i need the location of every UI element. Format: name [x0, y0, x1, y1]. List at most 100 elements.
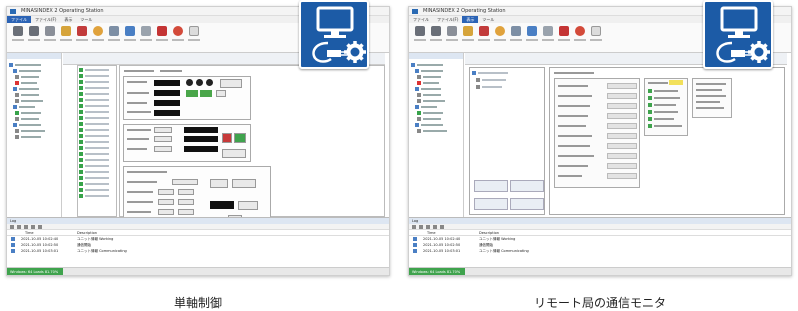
- ribbon-button[interactable]: [573, 26, 587, 46]
- tree-item[interactable]: [9, 80, 59, 85]
- list-item[interactable]: [79, 181, 115, 186]
- filter-icon[interactable]: [412, 224, 416, 229]
- list-item[interactable]: [79, 115, 115, 120]
- action-button[interactable]: [232, 179, 256, 188]
- ribbon-button[interactable]: [91, 26, 105, 46]
- ribbon-button[interactable]: [187, 26, 201, 46]
- log-row[interactable]: 2021-10-05 10:03:01 ユニット情報 Communicating: [409, 248, 791, 254]
- list-item[interactable]: [79, 157, 115, 162]
- input-field[interactable]: [154, 146, 172, 152]
- list-item[interactable]: [79, 79, 115, 84]
- ribbon-button[interactable]: [477, 26, 491, 46]
- input-field[interactable]: [154, 136, 172, 142]
- tree-item[interactable]: [411, 92, 461, 97]
- input-field[interactable]: [158, 199, 174, 205]
- list-item[interactable]: [79, 109, 115, 114]
- filter-icon[interactable]: [17, 224, 21, 229]
- tree-item[interactable]: [411, 110, 461, 115]
- input-field[interactable]: [178, 189, 194, 195]
- ribbon-button[interactable]: [525, 26, 539, 46]
- tree-item[interactable]: [9, 86, 59, 91]
- action-button[interactable]: [220, 79, 242, 88]
- ribbon-button[interactable]: [541, 26, 555, 46]
- ribbon-button[interactable]: [589, 26, 603, 46]
- menu-tools[interactable]: ツール: [76, 16, 96, 23]
- list-item[interactable]: [79, 97, 115, 102]
- tree-item[interactable]: [411, 74, 461, 79]
- ribbon-button[interactable]: [27, 26, 41, 46]
- action-button[interactable]: [510, 198, 544, 210]
- list-item[interactable]: [79, 73, 115, 78]
- ribbon-button[interactable]: [59, 26, 73, 46]
- ribbon-button[interactable]: [413, 26, 427, 46]
- tree-item[interactable]: [411, 116, 461, 121]
- clear-icon[interactable]: [440, 224, 444, 229]
- stop-button[interactable]: [222, 133, 232, 143]
- tree-item[interactable]: [9, 74, 59, 79]
- clear-icon[interactable]: [38, 224, 42, 229]
- ribbon-button[interactable]: [139, 26, 153, 46]
- filter-icon[interactable]: [31, 224, 35, 229]
- tree-item[interactable]: [411, 104, 461, 109]
- tree-item[interactable]: [411, 80, 461, 85]
- list-item[interactable]: [476, 84, 542, 89]
- tree-item[interactable]: [9, 68, 59, 73]
- ribbon-button[interactable]: [43, 26, 57, 46]
- list-item[interactable]: [79, 187, 115, 192]
- tree-item[interactable]: [9, 92, 59, 97]
- list-item[interactable]: [476, 77, 542, 82]
- list-item[interactable]: [79, 175, 115, 180]
- action-button[interactable]: [216, 90, 226, 97]
- tree-item[interactable]: [9, 122, 59, 127]
- tree-item[interactable]: [411, 98, 461, 103]
- ribbon-button[interactable]: [557, 26, 571, 46]
- list-item[interactable]: [79, 193, 115, 198]
- list-item[interactable]: [79, 127, 115, 132]
- list-item[interactable]: [79, 169, 115, 174]
- ribbon-button[interactable]: [123, 26, 137, 46]
- ribbon-button[interactable]: [11, 26, 25, 46]
- ribbon-button[interactable]: [429, 26, 443, 46]
- tree-item[interactable]: [9, 98, 59, 103]
- ribbon-button[interactable]: [171, 26, 185, 46]
- menu-view[interactable]: 表示: [60, 16, 76, 23]
- input-field[interactable]: [178, 199, 194, 205]
- action-button[interactable]: [222, 149, 246, 158]
- tree-item[interactable]: [9, 110, 59, 115]
- action-button[interactable]: [238, 201, 258, 210]
- list-item[interactable]: [79, 103, 115, 108]
- log-row[interactable]: 2021-10-05 10:03:01 ユニット情報 Communicating: [7, 248, 389, 254]
- tree-item[interactable]: [411, 128, 461, 133]
- list-item[interactable]: [79, 145, 115, 150]
- ribbon-button[interactable]: [493, 26, 507, 46]
- move-button[interactable]: [234, 133, 246, 143]
- tree-item[interactable]: [411, 86, 461, 91]
- list-item[interactable]: [79, 121, 115, 126]
- action-button[interactable]: [474, 198, 508, 210]
- list-item[interactable]: [79, 139, 115, 144]
- filter-icon[interactable]: [433, 224, 437, 229]
- tree-item[interactable]: [411, 62, 461, 67]
- tree-item[interactable]: [9, 62, 59, 67]
- menu-file[interactable]: ファイル: [7, 16, 31, 23]
- filter-icon[interactable]: [426, 224, 430, 229]
- action-button[interactable]: [510, 180, 544, 192]
- list-item[interactable]: [79, 91, 115, 96]
- input-field[interactable]: [178, 209, 194, 215]
- tree-item[interactable]: [9, 104, 59, 109]
- filter-icon[interactable]: [419, 224, 423, 229]
- ribbon-button[interactable]: [155, 26, 169, 46]
- list-item[interactable]: [79, 85, 115, 90]
- menu-view[interactable]: 表示: [462, 16, 479, 23]
- tree-item[interactable]: [9, 128, 59, 133]
- list-item[interactable]: [472, 70, 542, 75]
- ribbon-button[interactable]: [509, 26, 523, 46]
- menu-edit[interactable]: ファイル(F): [433, 16, 462, 23]
- menu-edit[interactable]: ファイル(F): [31, 16, 60, 23]
- list-item[interactable]: [79, 133, 115, 138]
- menu-tools[interactable]: ツール: [478, 16, 498, 23]
- input-field[interactable]: [172, 179, 198, 185]
- list-item[interactable]: [79, 163, 115, 168]
- ribbon-button[interactable]: [75, 26, 89, 46]
- ribbon-button[interactable]: [461, 26, 475, 46]
